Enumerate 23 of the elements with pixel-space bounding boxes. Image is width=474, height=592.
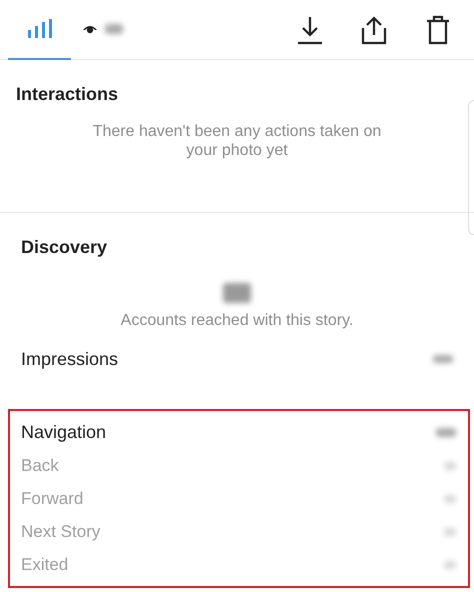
metric-label: Back xyxy=(21,455,59,478)
trash-icon xyxy=(426,14,450,44)
blurred-value xyxy=(444,561,456,570)
download-icon xyxy=(296,14,324,44)
impressions-label: Impressions xyxy=(21,348,118,371)
metric-label: Exited xyxy=(21,554,68,576)
metric-label: Forward xyxy=(21,488,84,510)
share-icon xyxy=(360,14,388,44)
empty-message: There haven't been any actions taken on your photo yet xyxy=(92,122,382,160)
section-title: Discovery xyxy=(21,237,108,259)
blurred-value xyxy=(444,462,456,470)
blurred-value xyxy=(444,495,456,504)
bar-chart-icon xyxy=(26,18,52,38)
eye-icon xyxy=(82,24,96,34)
navigation-label: Navigation xyxy=(21,421,106,444)
blurred-value xyxy=(433,355,453,364)
blurred-value xyxy=(223,282,251,303)
blurred-value xyxy=(436,428,456,438)
section-title: Interactions xyxy=(16,84,120,106)
metric-label: Next Story xyxy=(21,521,100,544)
blurred-value xyxy=(444,528,456,536)
reach-label: Accounts reached with this story. xyxy=(120,310,354,330)
blurred-count xyxy=(104,24,122,34)
